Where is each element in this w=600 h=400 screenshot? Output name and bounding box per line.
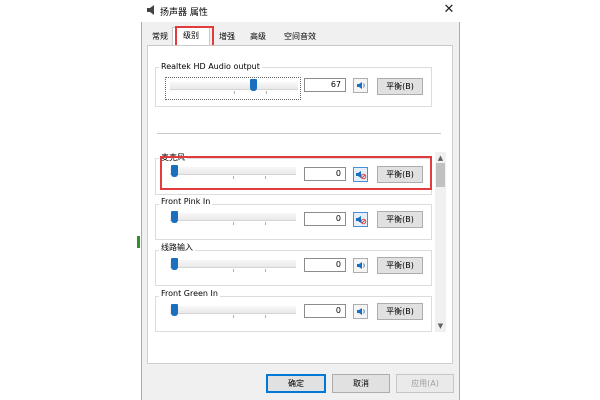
- tab-highlight-box: [175, 26, 214, 47]
- input-slider-thumb-front-green[interactable]: [171, 304, 178, 316]
- speaker-icon: [354, 262, 367, 274]
- tab-advanced[interactable]: 高级: [245, 29, 271, 44]
- input-label-front-green: Front Green In: [159, 289, 220, 299]
- speaker-app-icon: [147, 5, 157, 15]
- slider-tick: [265, 315, 266, 318]
- background-window-edge: [137, 236, 140, 248]
- slider-tick: [233, 222, 234, 225]
- close-icon[interactable]: ✕: [440, 1, 458, 19]
- input-slider-track-line-in[interactable]: [170, 260, 296, 268]
- input-label-front-pink: Front Pink In: [159, 197, 213, 207]
- slider-tick: [265, 176, 266, 179]
- output-device-label: Realtek HD Audio output: [159, 62, 262, 72]
- input-balance-button-front-green[interactable]: 平衡(B): [377, 303, 423, 320]
- input-value-line-in[interactable]: 0: [304, 258, 346, 272]
- input-label-line-in: 线路输入: [159, 243, 195, 253]
- input-slider-track-front-green[interactable]: [170, 306, 296, 314]
- ok-button[interactable]: 确定: [266, 374, 326, 393]
- input-value-front-pink[interactable]: 0: [304, 212, 346, 226]
- speaker-icon: [354, 82, 367, 94]
- speaker-muted-icon: [354, 216, 367, 228]
- tab-general[interactable]: 常规: [149, 29, 171, 44]
- input-slider-thumb-front-pink[interactable]: [171, 211, 178, 223]
- speaker-icon: [354, 308, 367, 320]
- slider-tick: [265, 222, 266, 225]
- scrollbar-thumb[interactable]: [436, 163, 445, 187]
- input-slider-thumb-line-in[interactable]: [171, 258, 178, 270]
- input-mute-button-front-pink[interactable]: [353, 212, 368, 227]
- input-balance-button-line-in[interactable]: 平衡(B): [377, 257, 423, 274]
- input-slider-track-front-pink[interactable]: [170, 213, 296, 221]
- microphone-highlight-box: [160, 156, 432, 190]
- apply-button[interactable]: 应用(A): [396, 374, 454, 393]
- input-speaker-button-line-in[interactable]: [353, 258, 368, 273]
- slider-tick: [233, 176, 234, 179]
- output-volume-value[interactable]: 67: [304, 78, 346, 92]
- slider-tick: [266, 91, 267, 94]
- tab-spatial-sound[interactable]: 空间音效: [280, 29, 320, 44]
- slider-tick: [265, 269, 266, 272]
- input-speaker-button-front-green[interactable]: [353, 304, 368, 319]
- output-slider-thumb[interactable]: [250, 79, 257, 91]
- input-balance-button-front-pink[interactable]: 平衡(B): [377, 211, 423, 228]
- input-value-front-green[interactable]: 0: [304, 304, 346, 318]
- scroll-up-icon[interactable]: ▲: [435, 153, 446, 163]
- output-slider-track[interactable]: [170, 82, 298, 90]
- slider-tick: [234, 91, 235, 94]
- slider-tick: [233, 269, 234, 272]
- window-title: 扬声器 属性: [160, 8, 208, 18]
- output-balance-button[interactable]: 平衡(B): [377, 78, 423, 95]
- slider-tick: [233, 315, 234, 318]
- cancel-button[interactable]: 取消: [332, 374, 390, 393]
- output-speaker-button[interactable]: [353, 78, 368, 93]
- scroll-down-icon[interactable]: ▼: [435, 321, 446, 331]
- tab-enhancements[interactable]: 增强: [214, 29, 240, 44]
- section-divider: [157, 133, 441, 134]
